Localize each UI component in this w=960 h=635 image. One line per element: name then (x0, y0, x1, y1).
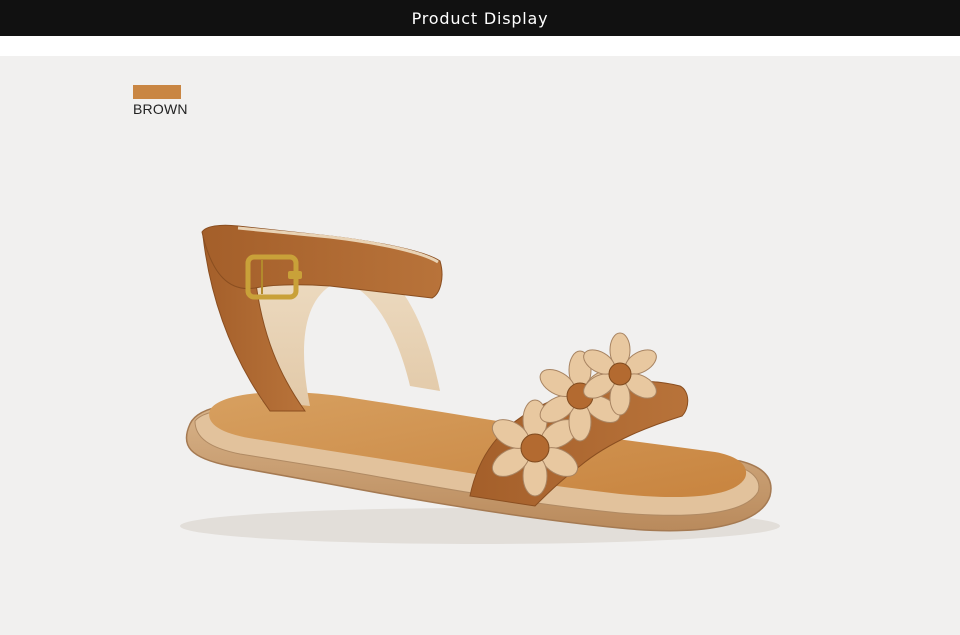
sandal-image (180, 224, 780, 544)
page-title: Product Display (411, 8, 549, 28)
product-display-area: BROWN (0, 56, 960, 635)
header-bar: Product Display (0, 0, 960, 36)
